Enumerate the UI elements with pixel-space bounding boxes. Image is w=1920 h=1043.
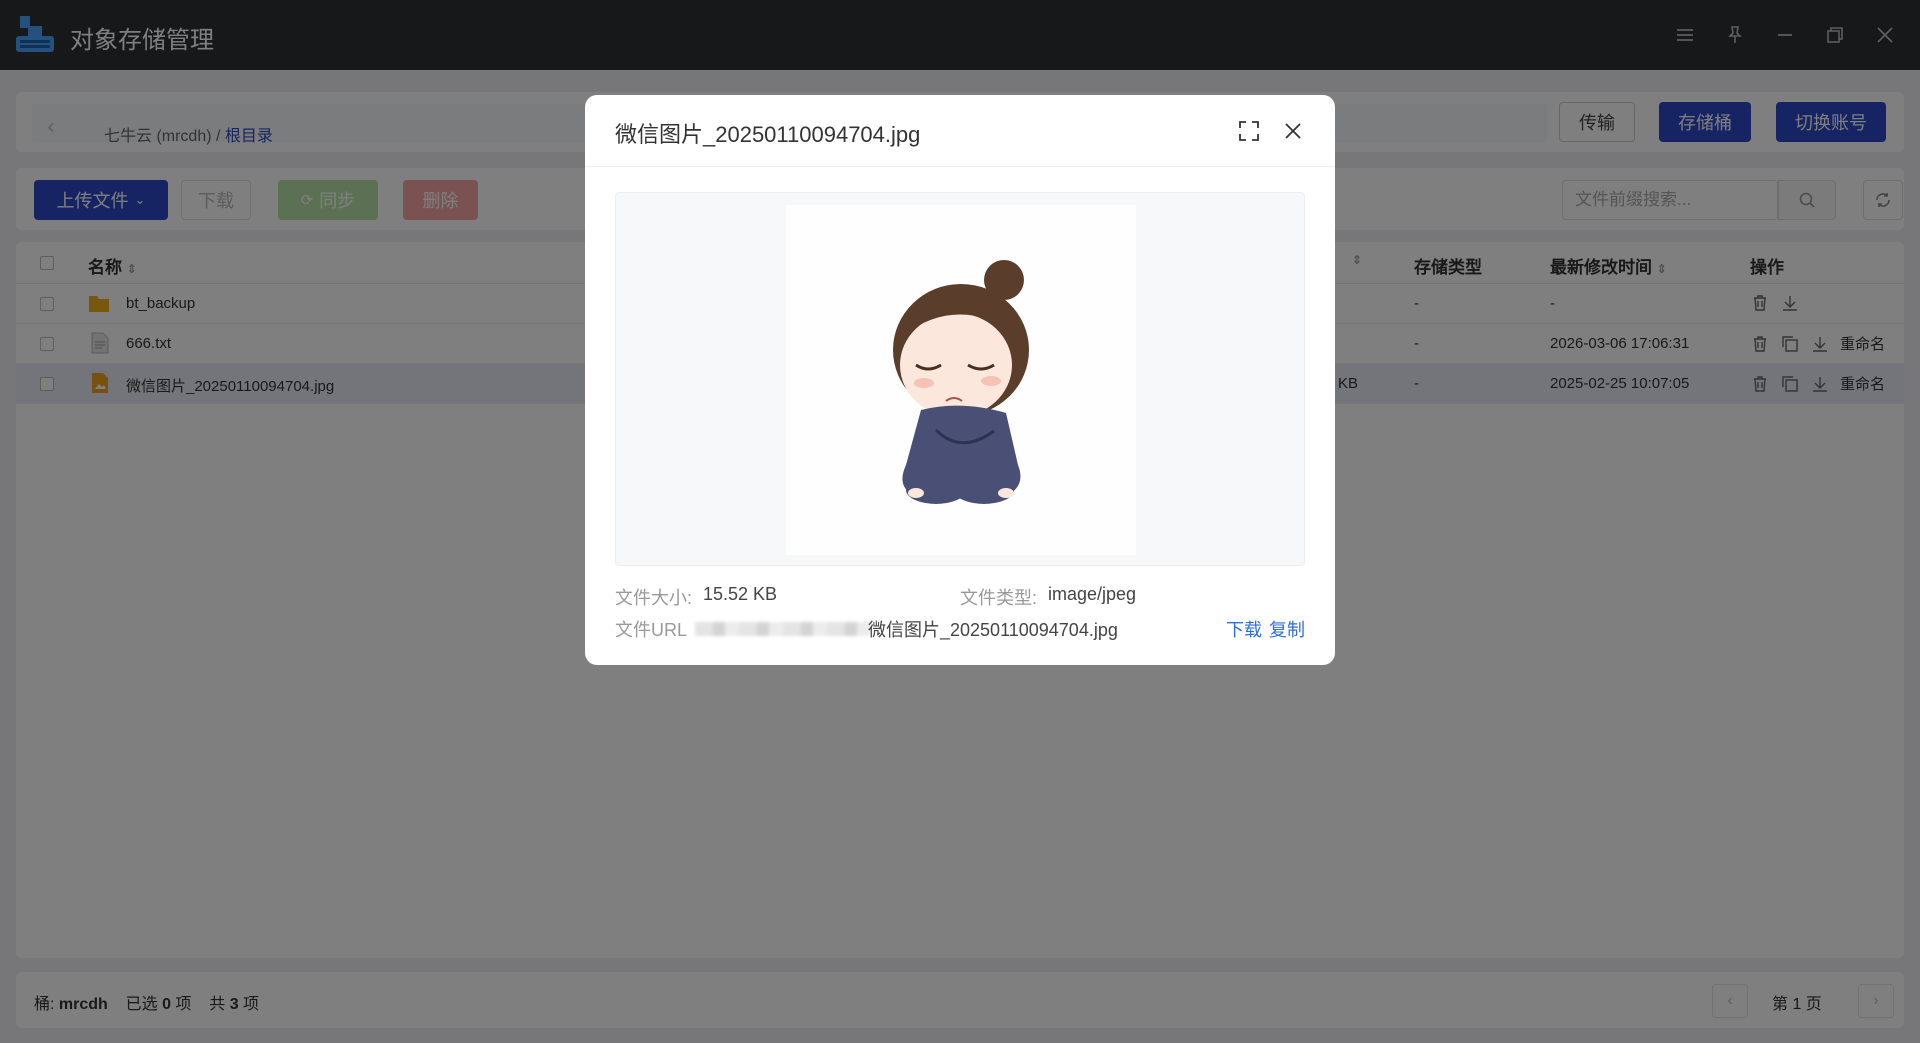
image-preview-area: [615, 192, 1305, 566]
modal-title: 微信图片_20250110094704.jpg: [615, 122, 921, 147]
file-type-value: image/jpeg: [1048, 584, 1137, 604]
file-type-label: 文件类型:: [960, 588, 1038, 608]
file-url-redacted: [695, 622, 870, 636]
modal-header: 微信图片_20250110094704.jpg: [585, 95, 1335, 167]
file-url-label: 文件URL: [615, 620, 688, 640]
download-link[interactable]: 下载: [1226, 616, 1262, 642]
preview-image[interactable]: [786, 205, 1136, 555]
copy-link[interactable]: 复制: [1269, 616, 1305, 642]
file-url-value: 微信图片_20250110094704.jpg: [868, 620, 1118, 640]
file-size-value: 15.52 KB: [703, 584, 778, 604]
fullscreen-icon[interactable]: [1235, 117, 1263, 145]
file-size-label: 文件大小:: [615, 588, 693, 608]
preview-modal: 微信图片_20250110094704.jpg 文件大小: 15.52 KB 文…: [585, 95, 1335, 665]
close-icon[interactable]: [1279, 117, 1307, 145]
character-illustration: [893, 260, 1029, 504]
